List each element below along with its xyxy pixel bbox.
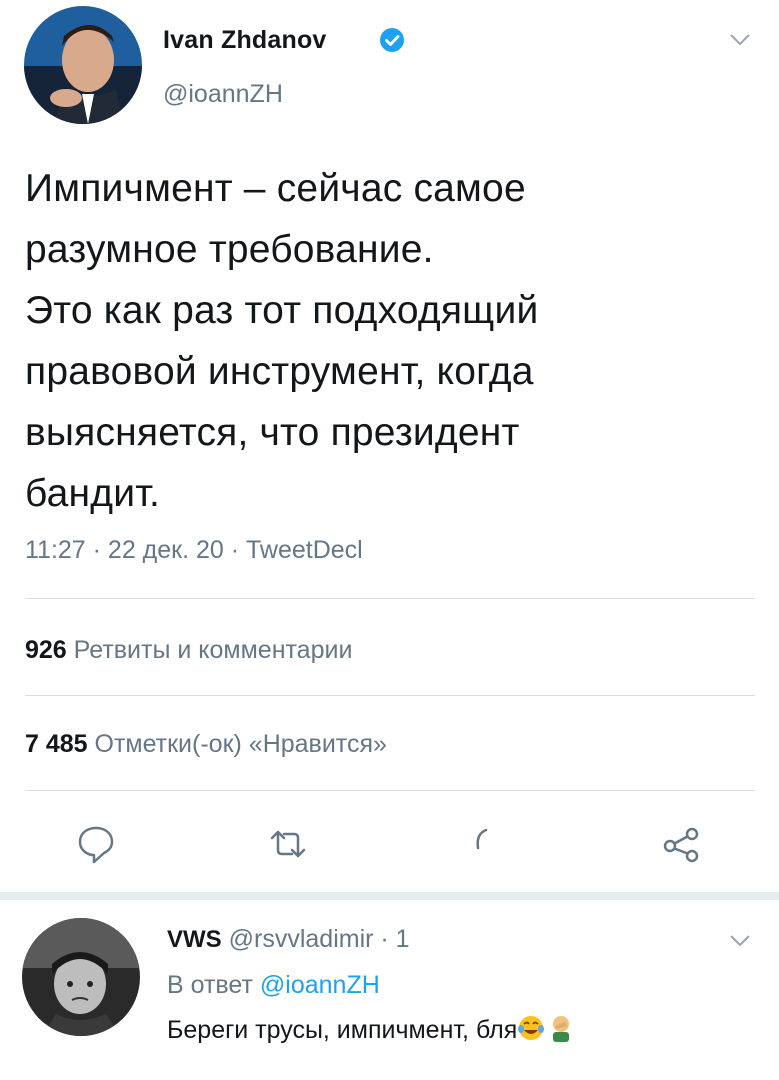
chevron-down-icon[interactable]: [729, 33, 751, 47]
reply-text: Береги трусы, импичмент, бля: [167, 1014, 575, 1045]
retweet-icon[interactable]: [264, 820, 312, 868]
author-avatar[interactable]: [24, 6, 142, 124]
chevron-down-icon[interactable]: [729, 934, 751, 948]
divider: [25, 695, 755, 696]
tweet-text-line: разумное требование.: [25, 228, 434, 271]
reply-avatar[interactable]: [22, 918, 140, 1036]
like-icon[interactable]: [464, 820, 512, 868]
tweet-text-line: правовой инструмент, когда: [25, 350, 534, 393]
in-reply-to: В ответ @ioannZH: [167, 971, 380, 1000]
likes-count: 7 485: [25, 730, 88, 758]
tweet-text-line: выясняется, что президент: [25, 411, 520, 454]
in-reply-prefix: В ответ: [167, 971, 253, 999]
retweets-count: 926: [25, 636, 67, 664]
tweet-text: Импичмент – сейчас самое разумное требов…: [25, 158, 755, 524]
verified-badge-icon: [379, 27, 405, 53]
reply-author-name[interactable]: VWS: [167, 926, 222, 953]
likes-label: Отметки(-ок) «Нравится»: [94, 730, 387, 758]
facepalm-emoji-icon: [547, 1014, 575, 1042]
divider: [25, 790, 755, 791]
tweet-text-line: Это как раз тот подходящий: [25, 289, 539, 332]
reply-author-handle[interactable]: @rsvvladimir · 1: [229, 925, 410, 953]
section-separator: [0, 892, 779, 900]
tweet-text-line: Импичмент – сейчас самое: [25, 167, 526, 210]
author-handle[interactable]: @ioannZH: [163, 80, 283, 109]
laughing-tears-emoji-icon: [517, 1014, 545, 1042]
tweet-text-line: бандит.: [25, 472, 160, 515]
retweets-stat[interactable]: 926 Ретвиты и комментарии: [25, 636, 352, 665]
share-icon[interactable]: [658, 820, 706, 868]
divider: [25, 598, 755, 599]
in-reply-handle[interactable]: @ioannZH: [260, 971, 380, 999]
reply-text-body: Береги трусы, импичмент, бля: [167, 1016, 518, 1044]
retweets-label: Ретвиты и комментарии: [73, 636, 353, 664]
author-name[interactable]: Ivan Zhdanov: [163, 26, 327, 55]
reply-icon[interactable]: [72, 820, 120, 868]
reply-header: VWS @rsvvladimir · 1: [167, 925, 410, 954]
likes-stat[interactable]: 7 485 Отметки(-ок) «Нравится»: [25, 730, 387, 759]
tweet-timestamp[interactable]: 11:27 · 22 дек. 20 · TweetDecl: [25, 536, 363, 565]
